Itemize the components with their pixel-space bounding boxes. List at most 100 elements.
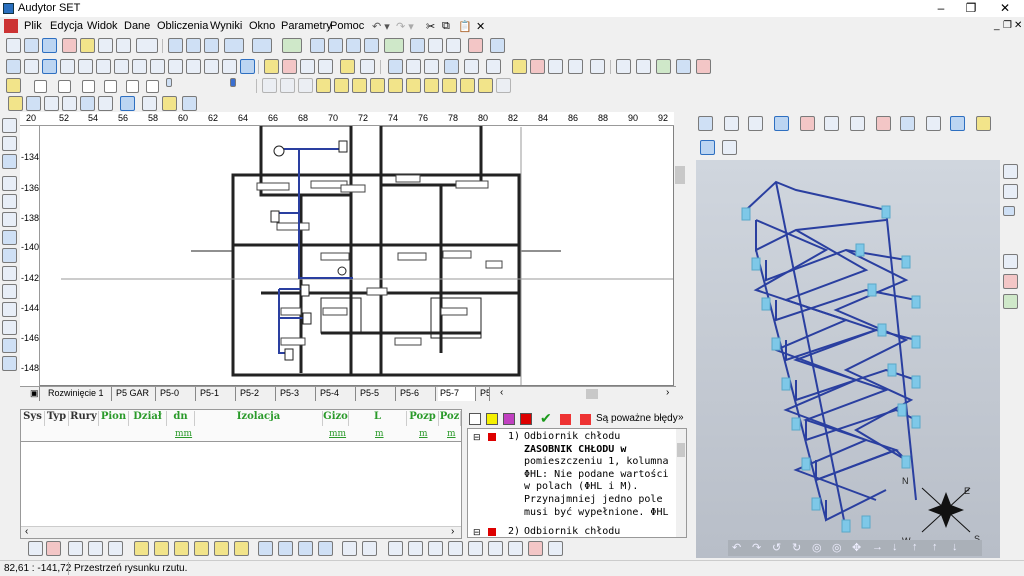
tool-icon[interactable] <box>346 38 361 53</box>
tool-icon[interactable] <box>98 96 113 111</box>
cut-icon[interactable]: ✂ <box>426 20 435 33</box>
play-icon[interactable] <box>388 541 403 556</box>
col-poz[interactable]: Poz <box>439 411 461 426</box>
zoom-icon[interactable] <box>168 59 183 74</box>
document-icon[interactable] <box>4 19 18 33</box>
tool-icon[interactable] <box>2 176 17 191</box>
tool-icon[interactable] <box>800 116 815 131</box>
rotate-icon[interactable]: ↷ <box>752 541 761 554</box>
pencil-icon[interactable] <box>60 59 75 74</box>
mdi-minimize-icon[interactable]: _ <box>994 20 1000 31</box>
col-pion[interactable]: Pion <box>99 411 129 426</box>
tool-icon[interactable] <box>80 96 95 111</box>
tab-p5-4[interactable]: P5-4 <box>318 387 356 401</box>
tool-icon[interactable] <box>318 541 333 556</box>
tab-p5-7[interactable]: P5-7 <box>438 387 476 401</box>
tool-icon[interactable] <box>478 78 493 93</box>
tool-icon[interactable] <box>42 38 57 53</box>
tool-icon[interactable] <box>408 541 423 556</box>
minimize-button[interactable]: – <box>926 0 956 17</box>
collapse-icon[interactable]: ⊟ <box>473 432 481 443</box>
tool-icon[interactable] <box>342 541 357 556</box>
tool-icon[interactable] <box>508 541 523 556</box>
tool-icon[interactable] <box>2 338 17 353</box>
tool-icon[interactable] <box>428 38 443 53</box>
tool-icon[interactable] <box>530 59 545 74</box>
tool-icon[interactable] <box>698 116 713 131</box>
tool-icon[interactable] <box>448 541 463 556</box>
tool-icon[interactable] <box>1003 274 1018 289</box>
tool-icon[interactable] <box>62 96 77 111</box>
tool-icon[interactable] <box>204 38 219 53</box>
tool-icon[interactable] <box>446 38 461 53</box>
tool-icon[interactable] <box>1003 294 1018 309</box>
tool-icon[interactable] <box>186 38 201 53</box>
tool-icon[interactable] <box>2 230 17 245</box>
slider-handle-icon[interactable] <box>166 78 172 87</box>
tool-icon[interactable] <box>282 59 297 74</box>
tool-icon[interactable] <box>512 59 527 74</box>
tool-icon[interactable] <box>824 116 839 131</box>
arrow-up-icon[interactable]: ↑ <box>932 541 938 553</box>
mdi-close-icon[interactable]: ✕ <box>1014 20 1022 31</box>
menu-plik[interactable]: Plik <box>24 20 42 32</box>
tool-icon[interactable] <box>78 59 93 74</box>
tool-icon[interactable] <box>2 284 17 299</box>
tool-icon[interactable] <box>486 59 501 74</box>
tool-icon[interactable] <box>468 541 483 556</box>
tool-icon[interactable] <box>926 116 941 131</box>
menu-widok[interactable]: Widok <box>87 20 118 32</box>
rotate-icon[interactable]: ↶ <box>732 541 741 554</box>
tool-icon[interactable] <box>460 78 475 93</box>
tool-icon[interactable] <box>62 38 77 53</box>
tool-icon[interactable] <box>722 140 737 155</box>
tool-icon[interactable] <box>388 78 403 93</box>
more-icon[interactable]: » <box>678 412 684 423</box>
tool-icon[interactable] <box>428 541 443 556</box>
menu-wyniki[interactable]: Wyniki <box>210 20 242 32</box>
tool-icon[interactable] <box>6 59 21 74</box>
tool-icon[interactable] <box>900 116 915 131</box>
tool-icon[interactable] <box>162 96 177 111</box>
tool-icon[interactable] <box>364 38 379 53</box>
tool-icon[interactable] <box>222 59 237 74</box>
zoom-icon[interactable]: ◎ <box>812 541 822 554</box>
delete-icon[interactable]: ✕ <box>476 20 485 33</box>
tool-icon[interactable] <box>496 78 511 93</box>
tool-icon[interactable] <box>442 78 457 93</box>
tool-icon[interactable] <box>310 38 325 53</box>
tool-icon[interactable] <box>80 38 95 53</box>
drawing-vertical-scrollbar[interactable] <box>674 126 686 386</box>
menu-obliczenia[interactable]: Obliczenia <box>157 20 208 32</box>
select-arrow-icon[interactable] <box>774 116 789 131</box>
filter-yellow-icon[interactable] <box>486 413 498 425</box>
close-button[interactable]: ✕ <box>990 0 1020 17</box>
tool-icon[interactable] <box>194 541 209 556</box>
tool-icon[interactable] <box>68 541 83 556</box>
select-arrow-icon[interactable] <box>42 59 57 74</box>
tool-icon[interactable] <box>568 59 583 74</box>
col-dzial[interactable]: Dział <box>129 411 167 426</box>
tool-icon[interactable] <box>26 96 41 111</box>
pan-icon[interactable]: ✥ <box>852 541 861 554</box>
scroll-right-icon[interactable]: › <box>666 387 669 398</box>
scissors-icon[interactable] <box>696 59 711 74</box>
tool-icon[interactable] <box>120 96 135 111</box>
open-icon[interactable] <box>2 136 17 151</box>
tab-nav-icon[interactable]: ▣ <box>28 387 40 401</box>
menu-pomoc[interactable]: Pomoc <box>330 20 364 32</box>
tool-icon[interactable] <box>636 59 651 74</box>
tool-icon[interactable] <box>724 116 739 131</box>
menu-edycja[interactable]: Edycja <box>50 20 83 32</box>
tool-icon[interactable] <box>2 194 17 209</box>
tool-icon[interactable] <box>2 320 17 335</box>
tool-icon[interactable] <box>280 78 295 93</box>
tool-icon[interactable] <box>8 96 23 111</box>
tool-icon[interactable] <box>182 96 197 111</box>
tool-icon[interactable] <box>406 78 421 93</box>
tool-icon[interactable] <box>876 116 891 131</box>
floor-plan-canvas[interactable] <box>20 112 674 386</box>
scrollbar-thumb[interactable] <box>586 389 598 399</box>
filter-red-icon[interactable] <box>520 413 532 425</box>
tool-icon[interactable] <box>116 38 131 53</box>
